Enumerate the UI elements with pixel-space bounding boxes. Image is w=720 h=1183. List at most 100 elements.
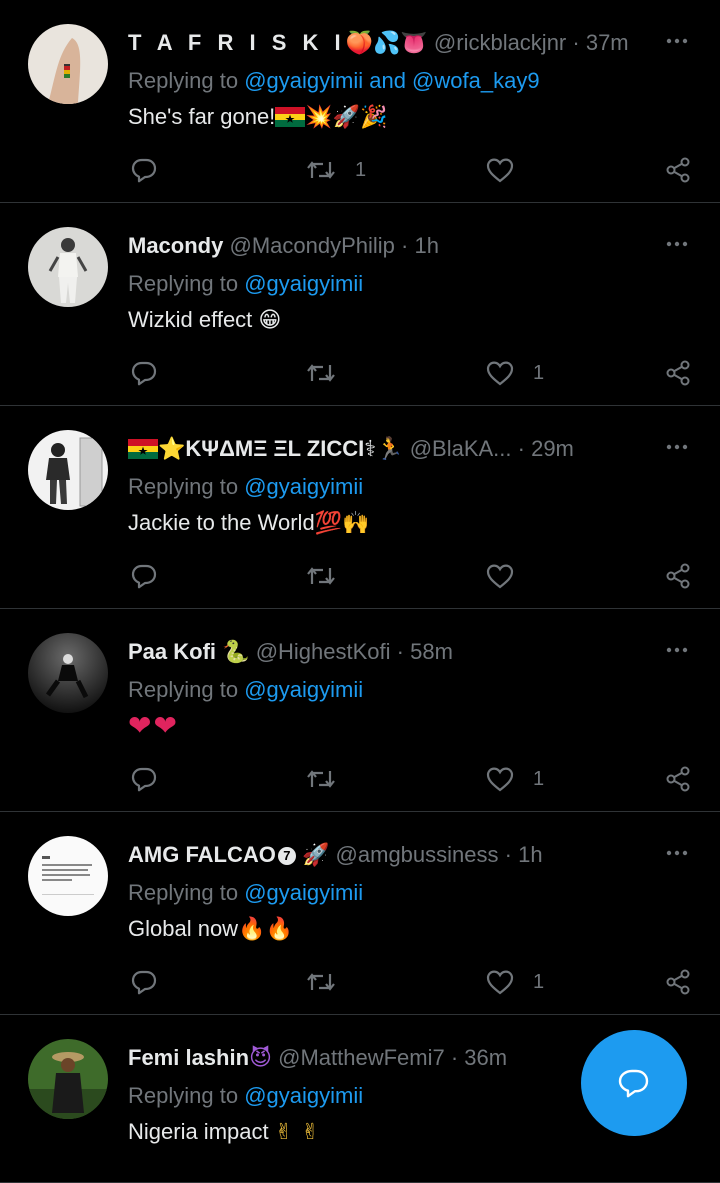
username[interactable]: @MatthewFemi7: [278, 1045, 445, 1070]
avatar[interactable]: [28, 1039, 108, 1119]
share-icon: [666, 360, 690, 386]
more-icon[interactable]: [664, 840, 690, 866]
tweet-text-body: She's far gone!: [128, 104, 276, 129]
reply-icon: [131, 158, 157, 183]
heart-icon: [486, 361, 514, 386]
more-icon[interactable]: [664, 28, 690, 54]
timestamp[interactable]: 1h: [518, 842, 542, 867]
share-button[interactable]: [664, 759, 692, 799]
tweet-text: ❤❤: [128, 711, 179, 743]
share-button[interactable]: [664, 353, 692, 393]
more-icon[interactable]: [664, 637, 690, 663]
like-button[interactable]: 1: [485, 962, 544, 1002]
display-name[interactable]: Macondy: [128, 233, 223, 258]
tweet-text: Global now🔥🔥: [128, 914, 293, 945]
tweet[interactable]: AMG FALCAO 7 🚀 @amgbussiness · 1h Replyin…: [0, 812, 720, 1015]
like-button[interactable]: [485, 556, 533, 596]
replying-to: Replying to @gyaigyimii: [128, 878, 363, 908]
username[interactable]: @amgbussiness: [336, 842, 499, 867]
star-emoji: ⭐: [158, 437, 186, 462]
mention-link[interactable]: @gyaigyimii: [244, 68, 363, 93]
mention-link[interactable]: @gyaigyimii: [244, 1083, 363, 1108]
replying-label: Replying to: [128, 677, 245, 702]
separator: ·: [394, 233, 415, 258]
heart-icon: [486, 564, 514, 589]
replying-to: Replying to @gyaigyimii and @wofa_kay9: [128, 66, 540, 96]
tweet-header: T A F R I S K I🍑💦👅 @rickblackjnr · 37m: [128, 28, 650, 58]
separator: ·: [566, 30, 586, 55]
share-button[interactable]: [664, 556, 692, 596]
avatar[interactable]: [28, 24, 108, 104]
action-bar: [0, 556, 720, 596]
avatar[interactable]: [28, 633, 108, 713]
avatar[interactable]: [28, 430, 108, 510]
share-icon: [666, 563, 690, 589]
mention-link[interactable]: @wofa_kay9: [412, 68, 540, 93]
retweet-button[interactable]: [305, 759, 355, 799]
username[interactable]: @HighestKofi: [256, 639, 391, 664]
more-icon[interactable]: [664, 231, 690, 257]
separator: ·: [498, 842, 519, 867]
mention-link[interactable]: @gyaigyimii: [244, 880, 363, 905]
reply-button[interactable]: [130, 962, 158, 1002]
reply-button[interactable]: [130, 353, 158, 393]
tweet-emoji: ✌✌: [274, 1120, 328, 1145]
share-button[interactable]: [664, 962, 692, 1002]
tweet-text: She's far gone! 💥🚀🎉: [128, 102, 387, 133]
retweet-icon: [307, 161, 335, 179]
reply-button[interactable]: [130, 150, 158, 190]
action-bar: 1: [0, 962, 720, 1002]
tweet[interactable]: T A F R I S K I🍑💦👅 @rickblackjnr · 37m R…: [0, 0, 720, 203]
like-count: 1: [533, 767, 545, 790]
mention-link[interactable]: @gyaigyimii: [244, 474, 363, 499]
avatar[interactable]: [28, 836, 108, 916]
timestamp[interactable]: 58m: [410, 639, 453, 664]
retweet-button[interactable]: [305, 962, 355, 1002]
mention-link[interactable]: @gyaigyimii: [244, 677, 363, 702]
username[interactable]: @BlaKA...: [410, 436, 512, 461]
retweet-button[interactable]: [305, 353, 355, 393]
timestamp[interactable]: 36m: [464, 1045, 507, 1070]
retweet-button[interactable]: [305, 556, 355, 596]
tweet[interactable]: Paa Kofi 🐍 @HighestKofi · 58m Replying t…: [0, 609, 720, 812]
tweet[interactable]: Macondy @MacondyPhilip · 1h Replying to …: [0, 203, 720, 406]
action-bar: 1: [0, 353, 720, 393]
mention-link[interactable]: @gyaigyimii: [244, 271, 363, 296]
ghana-flag-icon: [275, 107, 306, 127]
display-name[interactable]: AMG FALCAO: [128, 842, 276, 867]
reply-icon: [131, 564, 157, 589]
name-emoji: ⚕🏃: [364, 437, 404, 462]
like-button[interactable]: 1: [485, 353, 544, 393]
name-emoji: 🚀: [302, 843, 330, 868]
timestamp[interactable]: 37m: [586, 30, 629, 55]
like-button[interactable]: 1: [485, 759, 544, 799]
timestamp[interactable]: 29m: [531, 436, 574, 461]
display-name[interactable]: Femi lashin: [128, 1045, 249, 1070]
replying-to: Replying to @gyaigyimii: [128, 269, 363, 299]
reply-button[interactable]: [130, 556, 158, 596]
share-button[interactable]: [664, 150, 692, 190]
more-icon[interactable]: [664, 434, 690, 460]
reply-icon: [131, 361, 157, 386]
compose-reply-button[interactable]: [581, 1030, 687, 1136]
display-name[interactable]: Paa Kofi: [128, 639, 216, 664]
tweet-text: Jackie to the World💯🙌: [128, 508, 369, 539]
tweet-header: Macondy @MacondyPhilip · 1h: [128, 231, 650, 261]
tweet-emoji: 😁: [258, 308, 282, 333]
username[interactable]: @MacondyPhilip: [229, 233, 394, 258]
timestamp[interactable]: 1h: [414, 233, 438, 258]
heart-icon: [486, 970, 514, 995]
tweet-text-body: Nigeria impact: [128, 1119, 275, 1144]
heart-icon: [486, 158, 514, 183]
share-icon: [666, 766, 690, 792]
avatar[interactable]: [28, 227, 108, 307]
reply-button[interactable]: [130, 759, 158, 799]
tweet-emoji: 💥🚀🎉: [305, 105, 388, 130]
tweet[interactable]: ⭐KΨΔMΞ ΞL ZICCI⚕🏃 @BlaKA... · 29m Replyi…: [0, 406, 720, 609]
username[interactable]: @rickblackjnr: [434, 30, 566, 55]
retweet-button[interactable]: 1: [305, 150, 366, 190]
display-name[interactable]: T A F R I S K I: [128, 30, 346, 55]
tweet-emoji: 💯🙌: [314, 511, 370, 536]
like-button[interactable]: [485, 150, 533, 190]
display-name[interactable]: KΨΔMΞ ΞL ZICCI: [185, 436, 364, 461]
